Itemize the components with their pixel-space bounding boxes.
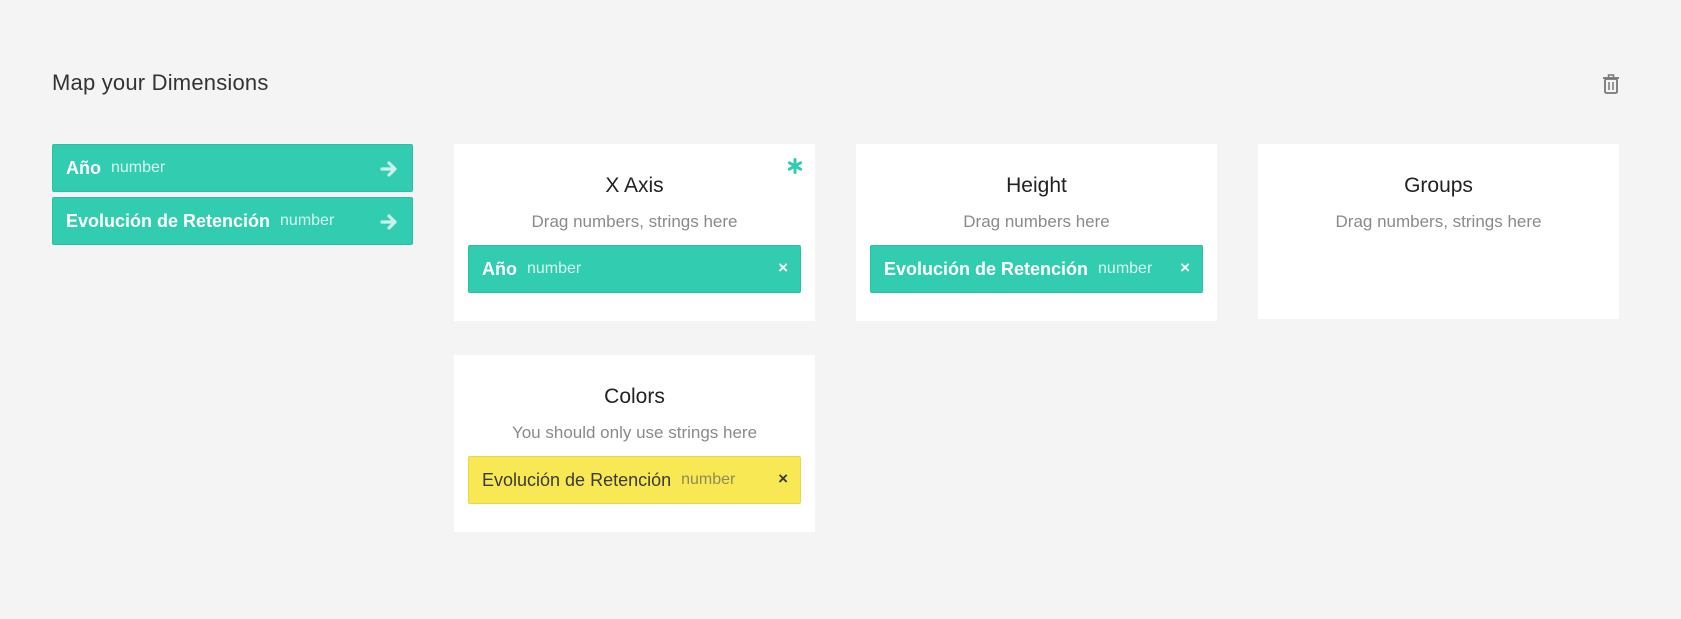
- dimension-type: number: [527, 260, 582, 277]
- dimension-card-height[interactable]: Height Drag numbers here Evolución de Re…: [856, 144, 1217, 321]
- mapped-dimension-chip-warning[interactable]: Evolución de Retención number ×: [468, 456, 801, 504]
- dimension-title: Colors: [604, 385, 665, 408]
- dimension-title: Groups: [1404, 174, 1473, 197]
- dimension-hint: Drag numbers, strings here: [531, 212, 738, 231]
- arrow-right-icon: [380, 214, 397, 230]
- asterisk-icon: [787, 158, 803, 174]
- dimension-hint: Drag numbers here: [963, 212, 1110, 231]
- remove-dimension-button[interactable]: ×: [778, 457, 788, 503]
- dimension-type: number: [681, 471, 736, 488]
- arrow-right-icon: [380, 161, 397, 177]
- dimension-type: number: [111, 159, 166, 176]
- remove-dimension-button[interactable]: ×: [778, 246, 788, 292]
- source-dimension-list: Año number Evolución de Retención number: [52, 144, 413, 250]
- dimension-type: number: [1098, 260, 1153, 277]
- dimension-name: Evolución de Retención: [66, 210, 271, 231]
- dimension-name: Año: [66, 157, 101, 178]
- dimensions-mapper: Map your Dimensions Año number Evolución…: [0, 0, 1681, 619]
- source-dimension-ano[interactable]: Año number: [52, 144, 413, 192]
- source-dimension-evolucion-de-retencion[interactable]: Evolución de Retención number: [52, 197, 413, 245]
- dimension-name: Evolución de Retención: [482, 469, 672, 490]
- dimension-hint: You should only use strings here: [511, 423, 758, 442]
- dimension-title: X Axis: [605, 174, 664, 197]
- section-title: Map your Dimensions: [52, 70, 269, 95]
- dimension-card-groups[interactable]: Groups Drag numbers, strings here: [1258, 144, 1619, 319]
- dimension-name: Año: [482, 258, 517, 279]
- dimension-hint: Drag numbers, strings here: [1335, 212, 1542, 231]
- dimension-title: Height: [1006, 174, 1067, 197]
- dimension-card-colors[interactable]: Colors You should only use strings here …: [454, 355, 815, 532]
- mapped-dimension-chip[interactable]: Evolución de Retención number ×: [870, 245, 1203, 293]
- remove-dimension-button[interactable]: ×: [1180, 246, 1190, 292]
- dimension-name: Evolución de Retención: [884, 258, 1089, 279]
- dimension-card-x-axis[interactable]: X Axis Drag numbers, strings here Año nu…: [454, 144, 815, 321]
- mapped-dimension-chip[interactable]: Año number ×: [468, 245, 801, 293]
- dimension-type: number: [280, 212, 335, 229]
- trash-icon[interactable]: [1602, 74, 1620, 94]
